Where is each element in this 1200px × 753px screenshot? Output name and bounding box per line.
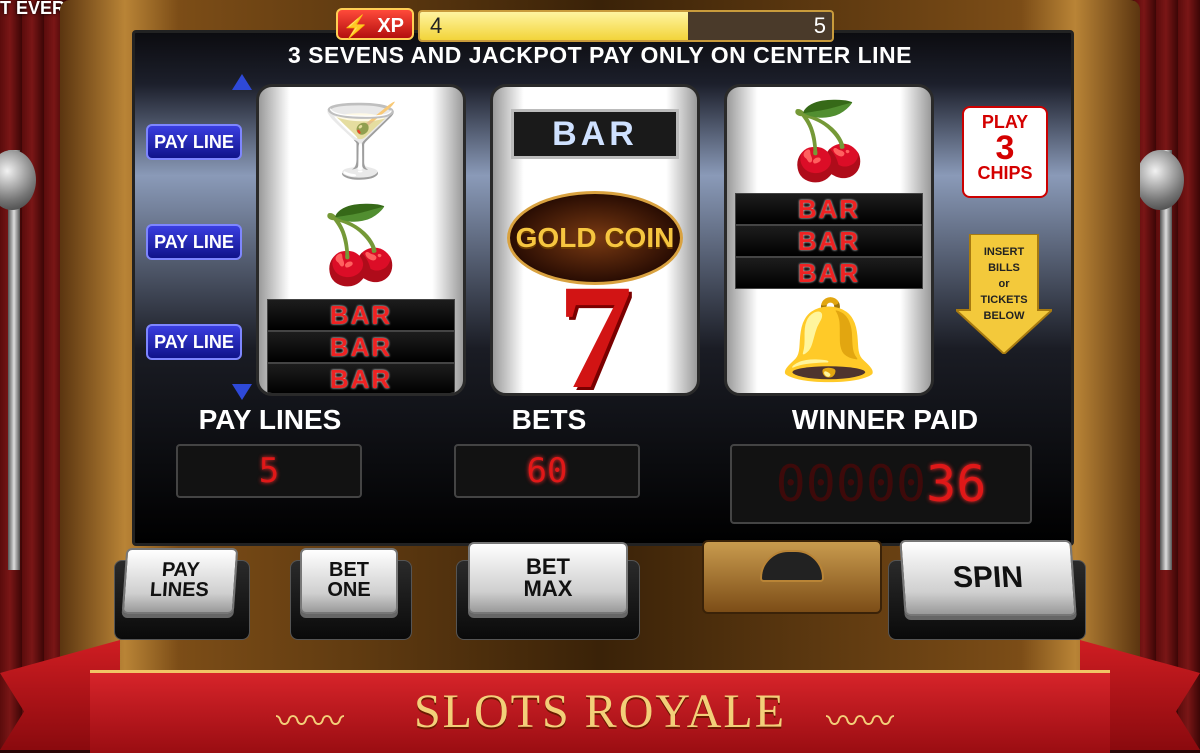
pay-lines-button[interactable]: PAY LINES xyxy=(121,548,239,614)
pay-lines-label: PAY LINES xyxy=(198,404,342,435)
bar-symbol: BAR xyxy=(511,109,679,159)
xp-label: XP xyxy=(377,15,404,37)
lever-left xyxy=(8,150,20,570)
bar-symbol: BAR xyxy=(735,225,923,257)
arrow-up-icon xyxy=(232,74,252,90)
seven-symbol: 7 xyxy=(557,254,633,396)
winner-paid-value: 36 xyxy=(926,455,987,513)
coin-slot-opening xyxy=(760,550,824,582)
bet-one-button-line1: BET xyxy=(329,559,369,581)
insert-line2: BILLS xyxy=(988,262,1020,274)
bar-symbol: BAR xyxy=(735,193,923,225)
insert-bills-notice: INSERT BILLS or TICKETS BELOW xyxy=(966,244,1042,324)
martini-icon: 🍸 xyxy=(317,102,405,180)
bar-symbol: BAR xyxy=(267,299,455,331)
insert-line4: TICKETS xyxy=(980,294,1028,306)
lever-right[interactable] xyxy=(1160,150,1172,570)
center-line-notice: 3 SEVENS AND JACKPOT PAY ONLY ON CENTER … xyxy=(288,42,912,68)
pay-lines-value: 5 xyxy=(258,451,280,491)
bet-max-button-line2: MAX xyxy=(523,576,573,601)
lightning-icon: ⚡ xyxy=(342,14,370,39)
pay-lines-display: 5 xyxy=(176,444,362,498)
xp-max: 5 xyxy=(813,13,826,38)
play-chips-line3: CHIPS xyxy=(977,163,1033,183)
reel-2: BAR GOLD COIN 7 xyxy=(490,84,700,396)
insert-line3: or xyxy=(998,278,1010,290)
reel-3: 🍒 BAR BAR BAR 🔔 xyxy=(724,84,934,396)
pay-line-button-center[interactable]: PAY LINE xyxy=(146,224,242,260)
coin-slot xyxy=(702,540,882,614)
winner-paid-placeholder: 00000 xyxy=(775,455,927,513)
pay-lines-button-line1: PAY xyxy=(161,559,201,581)
bet-max-button[interactable]: BET MAX xyxy=(468,542,628,614)
xp-progress-fill xyxy=(420,12,688,40)
play-chips-sign: PLAY 3 CHIPS xyxy=(962,106,1048,198)
arrow-down-icon xyxy=(232,384,252,400)
bet-one-button-line2: ONE xyxy=(327,579,371,601)
xp-current: 4 xyxy=(430,13,443,38)
game-title: SLOTS ROYALE xyxy=(413,685,787,738)
bets-display: 60 xyxy=(454,444,640,498)
spin-button[interactable]: SPIN xyxy=(899,540,1077,616)
cherries-icon: 🍒 xyxy=(314,203,408,286)
xp-badge: ⚡ XP xyxy=(336,8,414,40)
winner-paid-label: WINNER PAID xyxy=(791,404,979,435)
pay-line-button-top[interactable]: PAY LINE xyxy=(146,124,242,160)
play-chips-count: 3 xyxy=(995,129,1015,167)
insert-line1: INSERT xyxy=(983,246,1025,258)
cherries-icon: 🍒 xyxy=(782,99,876,182)
reel-1: 🍸 🍒 BAR BAR BAR xyxy=(256,84,466,396)
bet-max-button-line1: BET xyxy=(526,554,570,579)
bets-value: 60 xyxy=(526,451,568,491)
bar-symbol: BAR xyxy=(735,257,923,289)
lever-knob-right[interactable] xyxy=(1136,150,1184,210)
bells-icon: 🔔 xyxy=(779,295,879,384)
pay-lines-button-line2: LINES xyxy=(149,579,210,601)
bets-label: BETS xyxy=(511,404,587,435)
insert-line5: BELOW xyxy=(983,310,1025,322)
bar-symbol: BAR xyxy=(267,363,455,393)
bar-symbol: BAR xyxy=(267,331,455,363)
winner-paid-display: 0000036 xyxy=(730,444,1032,524)
xp-progress-bar: 4 5 xyxy=(418,10,834,42)
bet-one-button[interactable]: BET ONE xyxy=(300,548,398,614)
pay-line-button-bottom[interactable]: PAY LINE xyxy=(146,324,242,360)
